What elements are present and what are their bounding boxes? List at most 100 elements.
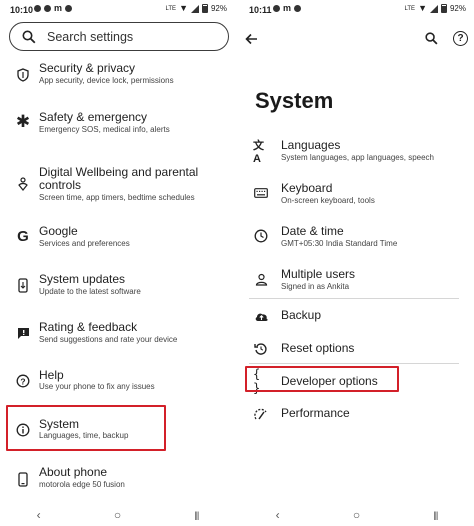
item-subtitle: GMT+05:30 India Standard Time bbox=[281, 239, 398, 248]
item-title: Keyboard bbox=[281, 181, 333, 195]
settings-item-google[interactable]: G Google Services and preferences bbox=[0, 222, 235, 252]
settings-item-security[interactable]: Security & privacy App security, device … bbox=[0, 60, 235, 90]
home-nav-icon[interactable]: ○ bbox=[353, 508, 360, 522]
item-subtitle: Services and preferences bbox=[39, 239, 130, 248]
item-title: Performance bbox=[281, 406, 350, 420]
feedback-icon bbox=[14, 324, 32, 342]
item-title: Date & time bbox=[281, 224, 344, 238]
notification-icon bbox=[294, 5, 302, 12]
wifi-icon: ▼ bbox=[418, 3, 427, 13]
network-type: LTE bbox=[404, 5, 416, 12]
item-title-line2: controls bbox=[39, 178, 82, 192]
navigation-bar: ‹ ○ ||| bbox=[239, 504, 474, 526]
notification-icon bbox=[44, 5, 51, 12]
settings-item-feedback[interactable]: Rating & feedback Send suggestions and r… bbox=[0, 318, 235, 348]
item-subtitle: Signed in as Ankita bbox=[281, 282, 350, 291]
phone-update-icon bbox=[14, 276, 32, 294]
search-icon[interactable] bbox=[425, 32, 438, 50]
keyboard-icon bbox=[253, 185, 269, 201]
battery-icon bbox=[440, 4, 447, 13]
back-arrow-icon[interactable] bbox=[245, 32, 258, 49]
settings-item-help[interactable]: ? Help Use your phone to fix any issues bbox=[0, 367, 235, 397]
messages-icon: m bbox=[283, 3, 292, 13]
item-title: Digital Wellbeing and parental bbox=[39, 165, 199, 179]
item-title: Rating & feedback bbox=[39, 320, 138, 334]
item-subtitle: System languages, app languages, speech bbox=[281, 153, 434, 162]
item-title: Backup bbox=[281, 308, 322, 322]
system-icons: LTE ▼ 92% bbox=[404, 3, 466, 13]
item-title: Security & privacy bbox=[39, 61, 136, 75]
notification-icon bbox=[273, 5, 280, 12]
google-icon: G bbox=[17, 227, 29, 245]
item-title: Languages bbox=[281, 138, 341, 152]
status-time: 10:10 bbox=[10, 5, 34, 15]
notification-icon bbox=[65, 5, 73, 12]
translate-icon: 文A bbox=[253, 140, 264, 165]
asterisk-icon: ✱ bbox=[15, 112, 31, 131]
system-item-reset-options[interactable]: Reset options bbox=[239, 339, 474, 359]
system-icons: LTE ▼ 92% bbox=[165, 3, 227, 13]
messages-icon: m bbox=[54, 3, 63, 13]
item-title: Safety & emergency bbox=[39, 110, 148, 124]
settings-item-about-phone[interactable]: About phone motorola edge 50 fusion bbox=[0, 464, 235, 494]
item-subtitle: Send suggestions and rate your device bbox=[39, 335, 178, 344]
item-title: About phone bbox=[39, 465, 108, 479]
status-bar: 10:11 m LTE ▼ 92% bbox=[239, 0, 474, 20]
performance-icon bbox=[253, 406, 269, 422]
developer-options-highlight bbox=[245, 366, 399, 392]
section-divider bbox=[249, 298, 459, 299]
reset-icon bbox=[253, 341, 269, 357]
item-subtitle: Use your phone to fix any issues bbox=[39, 382, 155, 391]
search-placeholder: Search settings bbox=[47, 29, 134, 44]
system-item-multiple-users[interactable]: Multiple users Signed in as Ankita bbox=[239, 266, 474, 296]
system-screen: 10:11 m LTE ▼ 92% ? System 文A Languages … bbox=[239, 0, 474, 526]
item-title: Help bbox=[39, 368, 64, 382]
system-item-highlight bbox=[6, 405, 166, 451]
top-app-bar: ? bbox=[239, 28, 474, 54]
item-title: Google bbox=[39, 224, 78, 238]
network-type: LTE bbox=[165, 5, 177, 12]
system-item-performance[interactable]: Performance bbox=[239, 404, 474, 424]
user-icon bbox=[253, 271, 269, 287]
item-subtitle: Update to the latest software bbox=[39, 287, 141, 296]
notification-icons: m bbox=[273, 3, 302, 13]
recents-nav-icon[interactable]: ||| bbox=[433, 510, 438, 520]
wellbeing-icon bbox=[14, 175, 32, 193]
page-title: System bbox=[255, 88, 334, 113]
clock-icon bbox=[253, 228, 269, 244]
status-bar: 10:10 m LTE ▼ 92% bbox=[0, 0, 235, 20]
cloud-upload-icon bbox=[253, 308, 269, 324]
system-item-languages[interactable]: 文A Languages System languages, app langu… bbox=[239, 137, 474, 167]
settings-item-system-updates[interactable]: System updates Update to the latest soft… bbox=[0, 270, 235, 300]
status-time: 10:11 bbox=[249, 5, 272, 15]
phone-icon bbox=[14, 470, 32, 488]
help-icon[interactable]: ? bbox=[453, 31, 468, 46]
item-title: Multiple users bbox=[281, 267, 356, 281]
section-divider bbox=[249, 363, 459, 364]
notification-icon bbox=[34, 5, 41, 12]
wifi-icon: ▼ bbox=[179, 3, 188, 13]
system-item-backup[interactable]: Backup bbox=[239, 306, 474, 326]
signal-icon bbox=[190, 4, 199, 13]
item-subtitle: App security, device lock, permissions bbox=[39, 76, 174, 85]
item-subtitle: Emergency SOS, medical info, alerts bbox=[39, 125, 170, 134]
battery-icon bbox=[201, 4, 208, 13]
settings-item-wellbeing[interactable]: Digital Wellbeing and parental controls … bbox=[0, 163, 235, 205]
navigation-bar: ‹ ○ ||| bbox=[0, 504, 235, 526]
search-icon bbox=[22, 30, 36, 43]
signal-icon bbox=[429, 4, 438, 13]
shield-icon bbox=[14, 66, 32, 84]
back-nav-icon[interactable]: ‹ bbox=[37, 508, 41, 522]
settings-item-safety[interactable]: ✱ Safety & emergency Emergency SOS, medi… bbox=[0, 108, 235, 138]
settings-screen: 10:10 m LTE ▼ 92% Search settings Securi… bbox=[0, 0, 235, 526]
back-nav-icon[interactable]: ‹ bbox=[276, 508, 280, 522]
item-subtitle: motorola edge 50 fusion bbox=[39, 480, 125, 489]
battery-percent: 92% bbox=[449, 4, 466, 13]
item-title: Reset options bbox=[281, 341, 355, 355]
item-subtitle: On-screen keyboard, tools bbox=[281, 196, 375, 205]
system-item-date-time[interactable]: Date & time GMT+05:30 India Standard Tim… bbox=[239, 223, 474, 253]
home-nav-icon[interactable]: ○ bbox=[114, 508, 121, 522]
search-settings-bar[interactable]: Search settings bbox=[9, 22, 229, 51]
recents-nav-icon[interactable]: ||| bbox=[194, 510, 199, 520]
system-item-keyboard[interactable]: Keyboard On-screen keyboard, tools bbox=[239, 180, 474, 210]
